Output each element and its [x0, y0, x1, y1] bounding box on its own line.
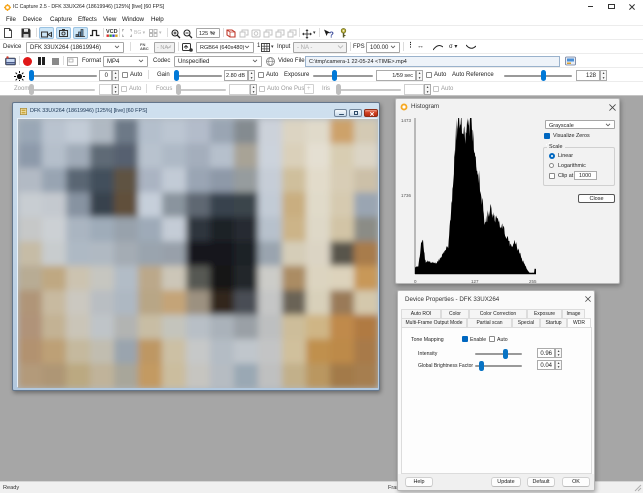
svg-text:VCD: VCD	[106, 29, 118, 35]
svg-text:?: ?	[329, 30, 334, 39]
